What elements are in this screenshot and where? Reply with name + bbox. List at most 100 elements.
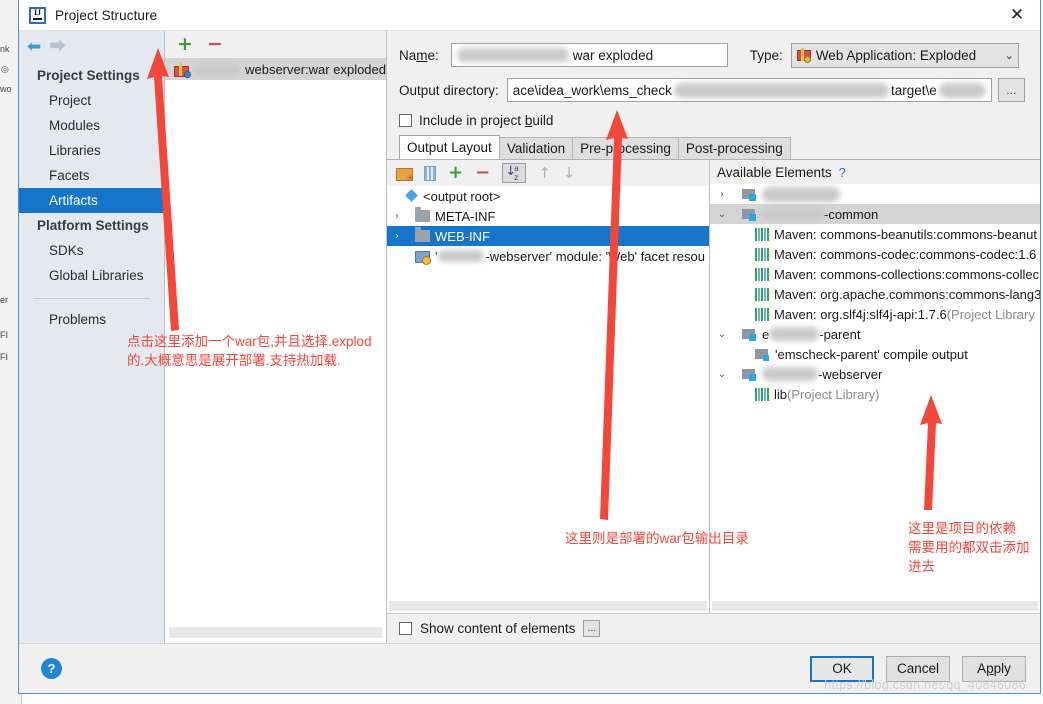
- jar-icon: [755, 287, 769, 301]
- add-artifact-button[interactable]: +: [177, 34, 193, 54]
- sort-alphabetical-icon[interactable]: az: [502, 163, 527, 183]
- list-item-label: 'emscheck-parent' compile output: [775, 346, 968, 362]
- sidebar-item-facets[interactable]: Facets: [19, 163, 164, 188]
- sidebar-item-sdks[interactable]: SDKs: [19, 238, 164, 263]
- tree-row[interactable]: › WEB-INF: [387, 226, 709, 246]
- artifacts-list-body: [165, 80, 386, 643]
- plus-dropdown-icon[interactable]: +: [448, 164, 463, 182]
- facet-icon: [415, 250, 431, 265]
- show-content-row: Show content of elements ...: [387, 613, 1040, 643]
- output-layout-pane: + − az ↑ ↓ <output root> ›: [387, 160, 710, 613]
- artifact-type-value: Web Application: Exploded: [815, 47, 977, 63]
- archive-icon[interactable]: [424, 165, 436, 181]
- sidebar-item-libraries[interactable]: Libraries: [19, 138, 164, 163]
- background-text-fragment: FI: [0, 352, 8, 362]
- tab-validation[interactable]: Validation: [498, 137, 574, 159]
- layout-horizontal-scrollbar[interactable]: [389, 601, 707, 611]
- output-directory-input[interactable]: ace\idea_work\ems_check target\e: [506, 78, 992, 102]
- jar-icon: [755, 267, 769, 281]
- help-icon[interactable]: ?: [41, 658, 62, 679]
- show-content-checkbox[interactable]: [399, 622, 412, 635]
- folder-add-icon[interactable]: [396, 166, 414, 184]
- dialog-body: ⬅ ⮕ Project Settings Project Modules Lib…: [19, 31, 1040, 643]
- list-item-label: -parent: [819, 326, 861, 342]
- sidebar-item-problems[interactable]: Problems: [19, 307, 164, 332]
- list-item-label: Maven: commons-beanutils:commons-beanut: [774, 226, 1038, 242]
- tree-row[interactable]: › META-INF: [387, 206, 709, 226]
- tab-output-layout[interactable]: Output Layout: [399, 135, 500, 159]
- tab-pre-processing[interactable]: Pre-processing: [572, 137, 679, 159]
- available-elements-tree[interactable]: › ⌄ -common Maven: commons-beanutils:com…: [710, 184, 1040, 613]
- chevron-down-icon: ⌄: [1004, 48, 1014, 62]
- list-item[interactable]: ⌄ -common: [710, 204, 1040, 224]
- list-item[interactable]: Maven: commons-codec:commons-codec:1.6: [710, 244, 1040, 264]
- redacted-artifact-name: [194, 62, 241, 76]
- list-item[interactable]: Maven: org.apache.commons:commons-lang3: [710, 284, 1040, 304]
- list-item[interactable]: Maven: commons-collections:commons-colle…: [710, 264, 1040, 284]
- chevron-right-icon[interactable]: ›: [714, 189, 730, 200]
- chevron-down-icon[interactable]: ⌄: [714, 329, 730, 340]
- close-icon[interactable]: ✕: [994, 0, 1040, 31]
- minus-icon[interactable]: −: [475, 164, 490, 182]
- help-icon[interactable]: ?: [839, 165, 846, 180]
- chevron-right-icon[interactable]: ›: [389, 231, 405, 242]
- nav-group-project-settings: Project Settings: [37, 68, 140, 83]
- chevron-down-icon[interactable]: ⌄: [714, 209, 730, 220]
- include-in-project-build-label: Include in project build: [419, 112, 554, 128]
- artifact-type-select[interactable]: Web Application: Exploded ⌄: [790, 42, 1019, 68]
- tree-row[interactable]: ' -webserver' module: 'Web' facet resou: [387, 246, 709, 266]
- jar-icon: [755, 247, 769, 261]
- output-layout-tree[interactable]: <output root> › META-INF › WEB-INF ' -we…: [387, 186, 709, 613]
- list-item[interactable]: ›: [710, 184, 1040, 204]
- type-field-label: Type:: [749, 47, 783, 63]
- include-in-project-build-checkbox[interactable]: [399, 113, 412, 127]
- arrow-right-icon[interactable]: ⮕: [49, 38, 66, 56]
- include-in-project-build-row[interactable]: Include in project build: [387, 107, 1040, 133]
- list-item-prefix: e: [762, 326, 770, 342]
- arrow-up-icon[interactable]: ↑: [538, 165, 551, 181]
- list-item[interactable]: 'emscheck-parent' compile output: [710, 344, 1040, 364]
- sidebar-item-artifacts[interactable]: Artifacts: [19, 188, 164, 213]
- output-directory-row: Output directory: ace\idea_work\ems_chec…: [387, 73, 1040, 107]
- compile-output-icon: [755, 348, 770, 361]
- chevron-down-icon[interactable]: ⌄: [714, 369, 730, 380]
- module-folder-icon: [742, 208, 757, 221]
- arrow-down-icon[interactable]: ↓: [563, 165, 576, 181]
- show-content-options-button[interactable]: ...: [583, 620, 601, 637]
- background-text-fragment: wo: [0, 84, 12, 94]
- list-item[interactable]: ⌄ -webserver: [710, 364, 1040, 384]
- list-item[interactable]: ⌄ e -parent: [710, 324, 1040, 344]
- artifact-war-icon: [796, 47, 811, 63]
- arrow-left-icon[interactable]: ⬅: [27, 38, 41, 56]
- background-text-fragment: ◎: [1, 64, 9, 74]
- list-item[interactable]: Maven: commons-beanutils:commons-beanut: [710, 224, 1040, 244]
- list-item[interactable]: Maven: org.slf4j:slf4j-api:1.7.6 (Projec…: [710, 304, 1040, 324]
- browse-output-directory-button[interactable]: ...: [997, 78, 1025, 102]
- chevron-right-icon[interactable]: ›: [389, 211, 405, 222]
- list-item-label: -webserver: [818, 366, 883, 382]
- artifact-name-input[interactable]: war exploded: [450, 43, 728, 67]
- tree-row-label: <output root>: [423, 188, 501, 204]
- sidebar-item-global-libraries[interactable]: Global Libraries: [19, 263, 164, 288]
- folder-icon: [415, 207, 430, 222]
- available-horizontal-scrollbar[interactable]: [712, 601, 1038, 611]
- redacted-module-name: [762, 367, 818, 381]
- list-item-suffix: (Project Library): [787, 386, 880, 402]
- watermark: https://blog.csdn.net/qq_40846086: [824, 678, 1026, 692]
- artifacts-horizontal-scrollbar[interactable]: [169, 627, 382, 638]
- folder-icon: [415, 227, 430, 242]
- artifact-editor-tabs: Output Layout Validation Pre-processing …: [387, 135, 1040, 159]
- sidebar-item-project[interactable]: Project: [19, 88, 164, 113]
- tree-row-label: META-INF: [435, 208, 496, 224]
- sidebar-item-modules[interactable]: Modules: [19, 113, 164, 138]
- output-root-icon: [405, 189, 419, 203]
- redacted-module-name: [762, 207, 824, 221]
- tab-post-processing[interactable]: Post-processing: [677, 137, 791, 159]
- available-elements-header: Available Elements ?: [710, 160, 1040, 184]
- module-folder-icon: [742, 328, 757, 341]
- list-item[interactable]: lib (Project Library): [710, 384, 1040, 404]
- tree-row[interactable]: <output root>: [387, 186, 709, 206]
- list-item-label: Maven: commons-codec:commons-codec:1.6: [774, 246, 1037, 262]
- remove-artifact-button[interactable]: −: [207, 34, 223, 54]
- artifact-list-item[interactable]: webserver:war exploded: [165, 58, 386, 80]
